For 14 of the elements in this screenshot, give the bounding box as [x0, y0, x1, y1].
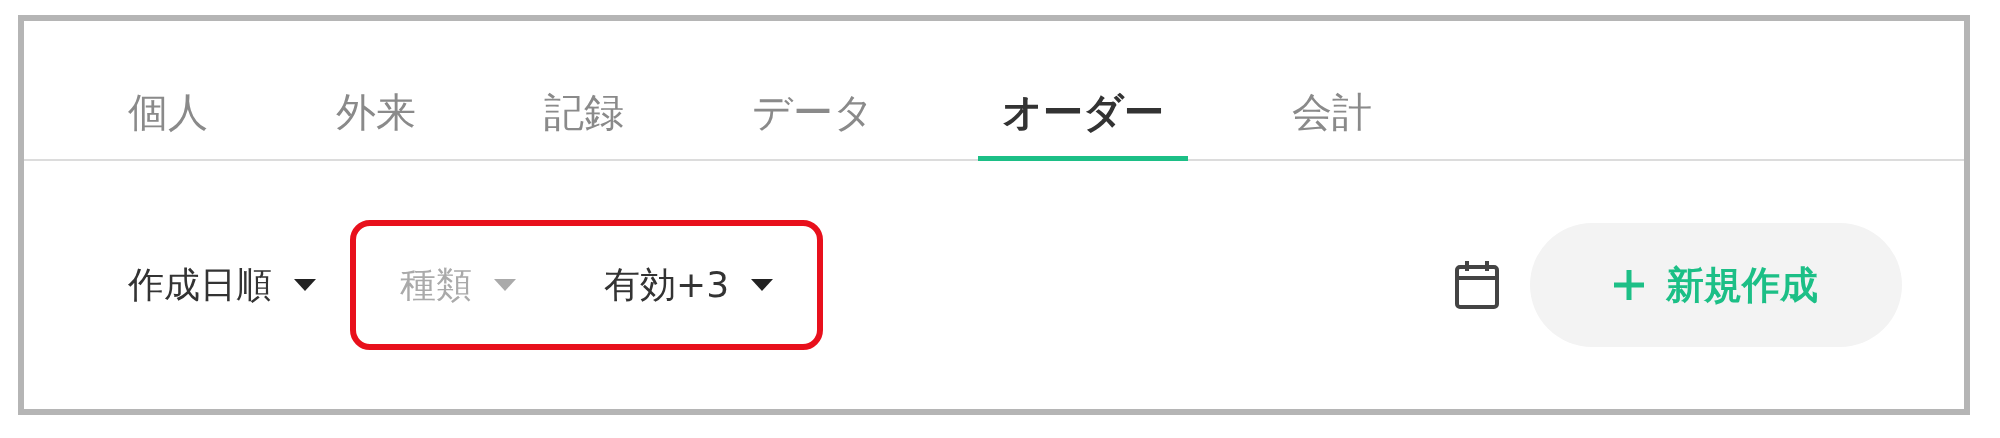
caret-icon: [751, 279, 774, 291]
calendar-icon[interactable]: [1454, 260, 1500, 310]
tab[interactable]: データ: [728, 69, 898, 161]
caret-icon: [294, 279, 316, 291]
tab[interactable]: 外来: [312, 69, 440, 161]
tab[interactable]: 会計: [1268, 69, 1396, 161]
new-button[interactable]: 新規作成: [1530, 223, 1902, 347]
tab[interactable]: 記録: [520, 69, 648, 161]
tab[interactable]: 個人: [104, 69, 232, 161]
sort-dropdown[interactable]: 作成日順: [104, 260, 340, 310]
plus-icon: [1614, 270, 1644, 300]
filter-dropdown[interactable]: 有効+3: [580, 260, 798, 310]
tab[interactable]: オーダー: [978, 69, 1188, 161]
caret-icon: [494, 279, 516, 291]
